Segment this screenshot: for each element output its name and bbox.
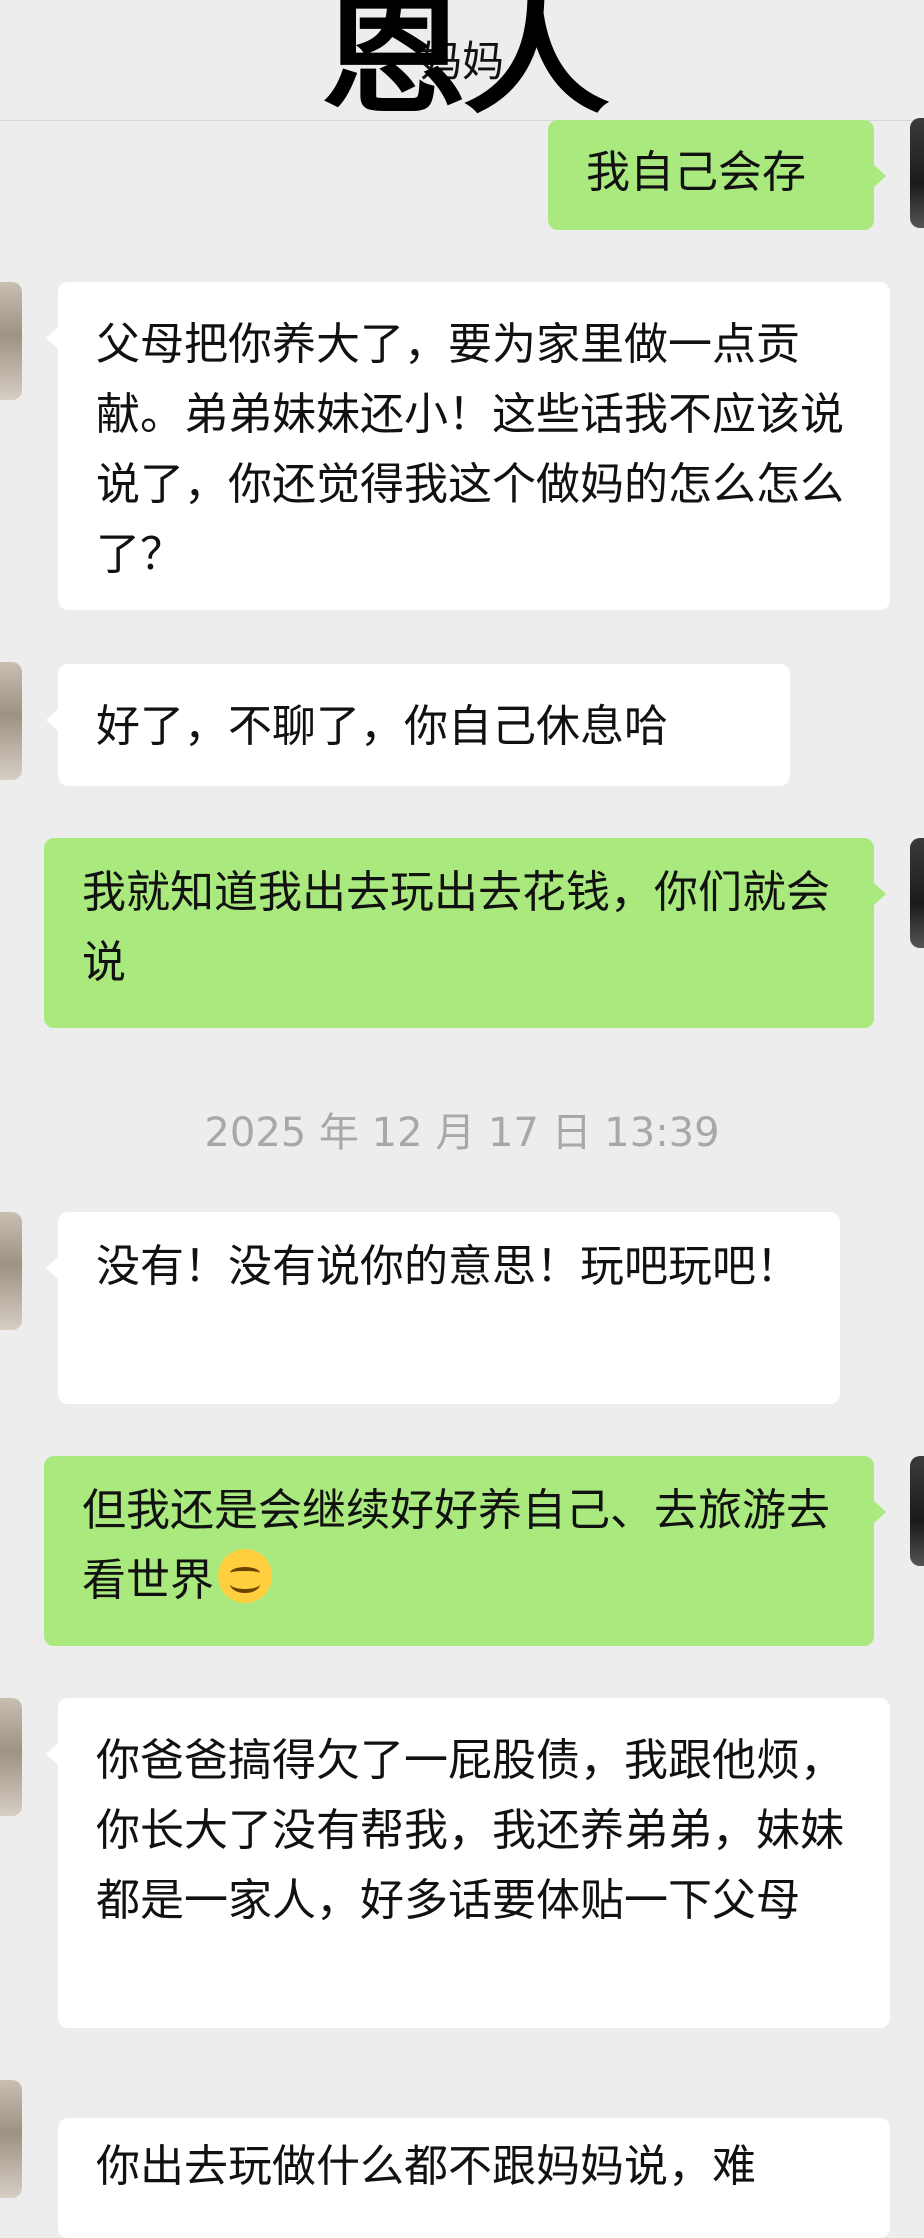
message-bubble-incoming[interactable]: 你出去玩做什么都不跟妈妈说，难 (58, 2118, 890, 2238)
contact-avatar[interactable] (0, 282, 22, 400)
message-bubble-outgoing[interactable]: 但我还是会继续好好养自己、去旅游去看世界 (44, 1456, 886, 1646)
contact-avatar[interactable] (0, 662, 22, 780)
message-bubble-outgoing[interactable]: 我就知道我出去玩出去花钱，你们就会说 (44, 838, 886, 1028)
message-timestamp: 2025 年 12 月 17 日 13:39 (204, 1110, 720, 1156)
overlay-title-text: 恩人 (320, 0, 610, 132)
message-text: 父母把你养大了，要为家里做一点贡献。弟弟妹妹还小！这些话我不应该说说了，你还觉得… (96, 319, 844, 580)
message-text: 但我还是会继续好好养自己、去旅游去看世界 (82, 1485, 830, 1606)
contact-avatar[interactable] (0, 2080, 22, 2198)
message-text: 你爸爸搞得欠了一屁股债，我跟他烦，你长大了没有帮我，我还养弟弟，妹妹都是一家人，… (96, 1735, 844, 1926)
message-text: 好了，不聊了，你自己休息哈 (96, 701, 668, 752)
message-bubble-incoming[interactable]: 父母把你养大了，要为家里做一点贡献。弟弟妹妹还小！这些话我不应该说说了，你还觉得… (46, 282, 890, 610)
contact-avatar[interactable] (0, 1698, 22, 1816)
message-bubble-incoming[interactable]: 没有！没有说你的意思！玩吧玩吧！ (46, 1212, 840, 1404)
message-text: 我自己会存 (586, 147, 806, 198)
message-bubble-incoming[interactable]: 你爸爸搞得欠了一屁股债，我跟他烦，你长大了没有帮我，我还养弟弟，妹妹都是一家人，… (46, 1698, 890, 2028)
message-text: 没有！没有说你的意思！玩吧玩吧！ (96, 1241, 800, 1292)
message-bubble-incoming[interactable]: 好了，不聊了，你自己休息哈 (46, 664, 790, 786)
message-text: 我就知道我出去玩出去花钱，你们就会说 (82, 867, 830, 988)
smiling-face-emoji-icon (218, 1549, 272, 1603)
message-text: 你出去玩做什么都不跟妈妈说，难 (96, 2141, 756, 2192)
message-bubble-outgoing[interactable]: 我自己会存 (548, 120, 886, 230)
my-avatar[interactable] (910, 838, 924, 948)
my-avatar[interactable] (910, 1456, 924, 1566)
my-avatar[interactable] (910, 118, 924, 228)
contact-avatar[interactable] (0, 1212, 22, 1330)
